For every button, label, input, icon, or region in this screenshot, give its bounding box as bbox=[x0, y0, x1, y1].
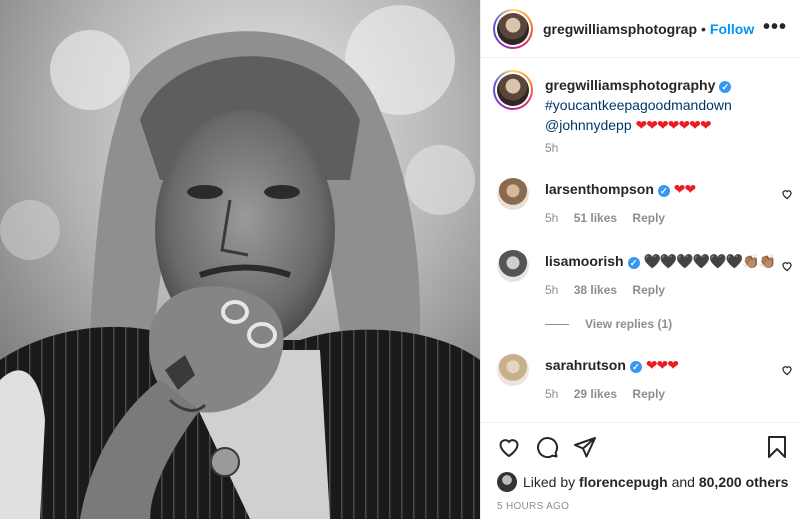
view-replies-label: View replies (1) bbox=[585, 317, 673, 331]
likes-summary: Liked by florencepugh and 80,200 others bbox=[497, 472, 788, 492]
verified-badge-icon: ✓ bbox=[719, 81, 732, 93]
caption-username[interactable]: gregwilliamsphotography bbox=[545, 77, 715, 93]
comment-text: sarahrutson ✓ ❤❤❤ bbox=[545, 356, 679, 374]
comment-likes[interactable]: 51 likes bbox=[574, 211, 617, 225]
caption-author-avatar[interactable] bbox=[493, 70, 533, 110]
comment-username[interactable]: lisamoorish bbox=[545, 253, 624, 269]
comment-text: lisamoorish ✓ 🖤🖤🖤🖤🖤🖤👏🏽👏🏽 bbox=[545, 252, 776, 270]
comment-username[interactable]: sarahrutson bbox=[545, 357, 626, 373]
comment-icon[interactable] bbox=[535, 435, 559, 459]
comment-like-heart-icon[interactable] bbox=[781, 260, 793, 272]
author-avatar[interactable] bbox=[493, 8, 533, 49]
verified-badge-icon: ✓ bbox=[629, 361, 642, 373]
portrait-image bbox=[0, 0, 480, 519]
liker-avatar[interactable] bbox=[497, 472, 517, 492]
commenter-avatar[interactable] bbox=[497, 354, 529, 386]
comment-meta: 5h 38 likes Reply bbox=[545, 283, 677, 297]
comment-meta: 5h 51 likes Reply bbox=[545, 211, 677, 225]
comment-text: larsenthompson ✓ ❤❤ bbox=[545, 180, 696, 198]
caption-time: 5h bbox=[545, 141, 559, 155]
verified-badge-icon: ✓ bbox=[657, 185, 670, 197]
comment-meta: 5h 29 likes Reply bbox=[545, 387, 677, 401]
commenter-avatar[interactable] bbox=[497, 178, 529, 210]
post-photo[interactable] bbox=[0, 0, 480, 519]
heart-icon[interactable] bbox=[497, 435, 521, 459]
comment-body: 🖤🖤🖤🖤🖤🖤👏🏽👏🏽 bbox=[643, 253, 775, 269]
comment-body: ❤❤ bbox=[673, 181, 696, 197]
likes-prefix: Liked by bbox=[523, 474, 576, 490]
reply-button[interactable]: Reply bbox=[632, 387, 665, 401]
comment-likes[interactable]: 38 likes bbox=[574, 283, 617, 297]
share-icon[interactable] bbox=[573, 435, 597, 459]
post-timestamp[interactable]: 5 HOURS AGO bbox=[497, 501, 569, 512]
follow-button[interactable]: Follow bbox=[710, 21, 754, 37]
liker-username[interactable]: florencepugh bbox=[579, 474, 668, 490]
verified-badge-icon: ✓ bbox=[627, 257, 640, 269]
bookmark-icon[interactable] bbox=[767, 435, 787, 459]
separator-dot: • bbox=[701, 20, 706, 37]
author-username[interactable]: gregwilliamsphotograpl bbox=[543, 21, 697, 37]
comment-like-heart-icon[interactable] bbox=[781, 364, 793, 376]
comment-time: 5h bbox=[545, 211, 559, 225]
commenter-avatar[interactable] bbox=[497, 250, 529, 282]
reply-button[interactable]: Reply bbox=[632, 211, 665, 225]
caption-hearts: ❤❤❤❤❤❤❤ bbox=[635, 117, 712, 133]
caption-meta: 5h bbox=[545, 141, 570, 155]
post-panel: gregwilliamsphotograpl • Follow ••• greg… bbox=[480, 0, 800, 519]
caption-hashtag[interactable]: #youcantkeepagoodmandown bbox=[545, 97, 732, 113]
likes-others[interactable]: 80,200 others bbox=[699, 474, 789, 490]
caption-mention[interactable]: @johnnydepp bbox=[545, 117, 632, 133]
view-replies-button[interactable]: View replies (1) bbox=[545, 317, 672, 331]
comment-like-heart-icon[interactable] bbox=[781, 188, 793, 200]
comment-likes[interactable]: 29 likes bbox=[574, 387, 617, 401]
caption-text: gregwilliamsphotography ✓ #youcantkeepago… bbox=[545, 75, 795, 135]
replies-divider-line bbox=[545, 323, 569, 325]
likes-and: and bbox=[671, 474, 695, 490]
post-header: gregwilliamsphotograpl • Follow ••• bbox=[481, 0, 800, 58]
reply-button[interactable]: Reply bbox=[632, 283, 665, 297]
comment-username[interactable]: larsenthompson bbox=[545, 181, 654, 197]
comment-time: 5h bbox=[545, 387, 559, 401]
more-options-icon[interactable]: ••• bbox=[763, 17, 787, 37]
comment-body: ❤❤❤ bbox=[645, 357, 679, 373]
action-bar bbox=[481, 422, 800, 468]
comment-time: 5h bbox=[545, 283, 559, 297]
